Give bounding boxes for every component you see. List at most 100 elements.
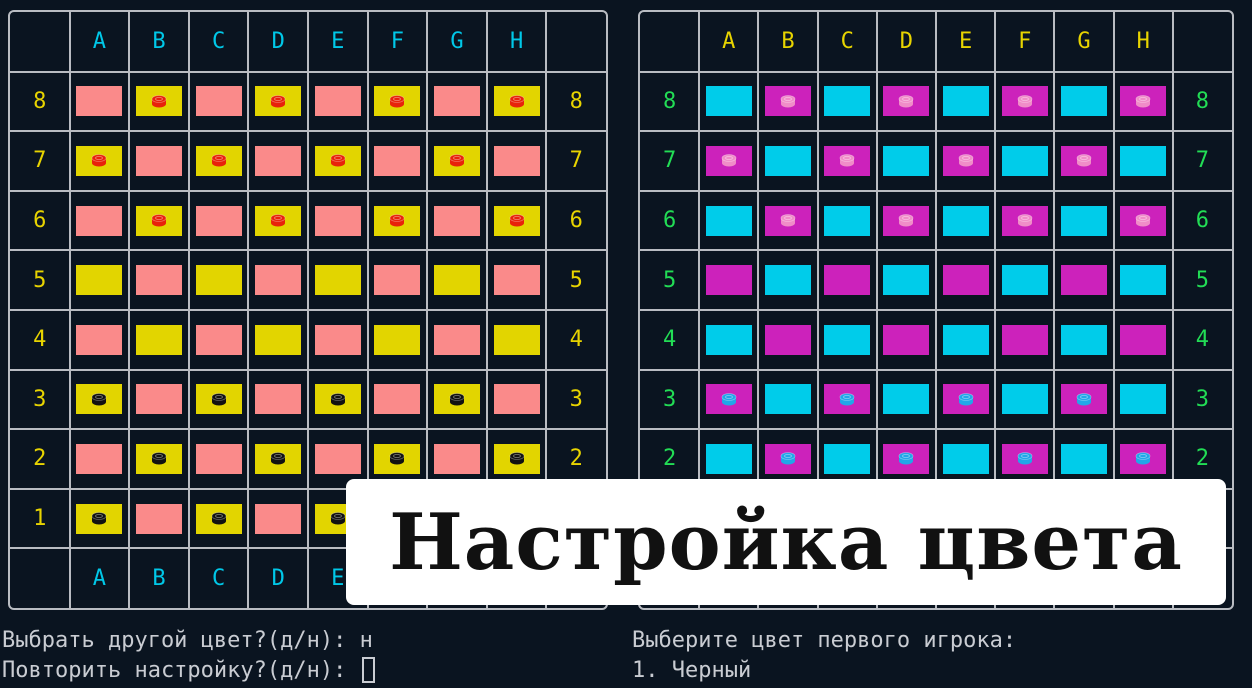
left-square-F7[interactable] (368, 131, 428, 191)
left-square-C8[interactable] (189, 72, 249, 132)
left-square-H3[interactable] (487, 370, 547, 430)
left-square-E3[interactable] (308, 370, 368, 430)
right-square-B5[interactable] (758, 250, 817, 310)
right-square-E4[interactable] (936, 310, 995, 370)
right-square-C8[interactable] (818, 72, 877, 132)
left-square-A1[interactable] (70, 489, 130, 549)
left-square-E5[interactable] (308, 250, 368, 310)
left-square-H7[interactable] (487, 131, 547, 191)
left-square-B7[interactable] (129, 131, 189, 191)
right-square-A6[interactable] (699, 191, 758, 251)
right-square-E7[interactable] (936, 131, 995, 191)
right-square-C3[interactable] (818, 370, 877, 430)
right-square-G4[interactable] (1054, 310, 1113, 370)
right-square-D7[interactable] (877, 131, 936, 191)
left-square-B5[interactable] (129, 250, 189, 310)
right-square-H4[interactable] (1114, 310, 1173, 370)
right-square-C5[interactable] (818, 250, 877, 310)
right-square-D4[interactable] (877, 310, 936, 370)
right-square-A5[interactable] (699, 250, 758, 310)
left-square-D1[interactable] (248, 489, 308, 549)
left-square-C2[interactable] (189, 429, 249, 489)
right-square-H5[interactable] (1114, 250, 1173, 310)
left-square-H4[interactable] (487, 310, 547, 370)
right-square-F6[interactable] (995, 191, 1054, 251)
left-square-G5[interactable] (427, 250, 487, 310)
right-square-A4[interactable] (699, 310, 758, 370)
right-square-F8[interactable] (995, 72, 1054, 132)
right-square-D3[interactable] (877, 370, 936, 430)
left-square-E6[interactable] (308, 191, 368, 251)
right-square-H7[interactable] (1114, 131, 1173, 191)
left-square-E4[interactable] (308, 310, 368, 370)
left-square-E8[interactable] (308, 72, 368, 132)
left-square-H6[interactable] (487, 191, 547, 251)
left-square-D2[interactable] (248, 429, 308, 489)
left-square-F4[interactable] (368, 310, 428, 370)
right-square-D8[interactable] (877, 72, 936, 132)
right-square-B6[interactable] (758, 191, 817, 251)
right-square-F4[interactable] (995, 310, 1054, 370)
left-square-C3[interactable] (189, 370, 249, 430)
right-square-F3[interactable] (995, 370, 1054, 430)
right-square-F5[interactable] (995, 250, 1054, 310)
left-square-B2[interactable] (129, 429, 189, 489)
right-square-H8[interactable] (1114, 72, 1173, 132)
left-square-G4[interactable] (427, 310, 487, 370)
left-square-B4[interactable] (129, 310, 189, 370)
right-square-B8[interactable] (758, 72, 817, 132)
left-square-F6[interactable] (368, 191, 428, 251)
text-cursor[interactable] (361, 657, 375, 683)
right-square-D6[interactable] (877, 191, 936, 251)
left-square-F5[interactable] (368, 250, 428, 310)
left-square-D3[interactable] (248, 370, 308, 430)
left-square-B3[interactable] (129, 370, 189, 430)
right-square-C4[interactable] (818, 310, 877, 370)
left-square-A2[interactable] (70, 429, 130, 489)
left-square-G3[interactable] (427, 370, 487, 430)
right-square-E5[interactable] (936, 250, 995, 310)
left-square-G7[interactable] (427, 131, 487, 191)
right-square-G3[interactable] (1054, 370, 1113, 430)
left-square-C4[interactable] (189, 310, 249, 370)
right-square-A7[interactable] (699, 131, 758, 191)
left-square-A5[interactable] (70, 250, 130, 310)
left-square-A3[interactable] (70, 370, 130, 430)
right-square-C6[interactable] (818, 191, 877, 251)
left-square-A4[interactable] (70, 310, 130, 370)
terminal-left-line-2[interactable]: Повторить настройку?(д/н): (2, 656, 375, 686)
left-square-A7[interactable] (70, 131, 130, 191)
right-square-B3[interactable] (758, 370, 817, 430)
right-square-E6[interactable] (936, 191, 995, 251)
right-square-G6[interactable] (1054, 191, 1113, 251)
left-square-F8[interactable] (368, 72, 428, 132)
left-square-C1[interactable] (189, 489, 249, 549)
left-square-E7[interactable] (308, 131, 368, 191)
right-square-B4[interactable] (758, 310, 817, 370)
left-square-A6[interactable] (70, 191, 130, 251)
left-square-B6[interactable] (129, 191, 189, 251)
left-square-C6[interactable] (189, 191, 249, 251)
left-square-D7[interactable] (248, 131, 308, 191)
right-square-D5[interactable] (877, 250, 936, 310)
right-square-G5[interactable] (1054, 250, 1113, 310)
left-square-D4[interactable] (248, 310, 308, 370)
right-square-G8[interactable] (1054, 72, 1113, 132)
right-square-B7[interactable] (758, 131, 817, 191)
left-square-F3[interactable] (368, 370, 428, 430)
right-square-A3[interactable] (699, 370, 758, 430)
right-square-F7[interactable] (995, 131, 1054, 191)
left-square-C5[interactable] (189, 250, 249, 310)
right-square-H3[interactable] (1114, 370, 1173, 430)
left-square-C7[interactable] (189, 131, 249, 191)
left-square-G8[interactable] (427, 72, 487, 132)
left-square-D5[interactable] (248, 250, 308, 310)
left-square-D6[interactable] (248, 191, 308, 251)
left-square-D8[interactable] (248, 72, 308, 132)
left-square-B8[interactable] (129, 72, 189, 132)
left-square-H5[interactable] (487, 250, 547, 310)
right-square-E8[interactable] (936, 72, 995, 132)
left-square-G6[interactable] (427, 191, 487, 251)
left-square-A8[interactable] (70, 72, 130, 132)
left-square-H8[interactable] (487, 72, 547, 132)
